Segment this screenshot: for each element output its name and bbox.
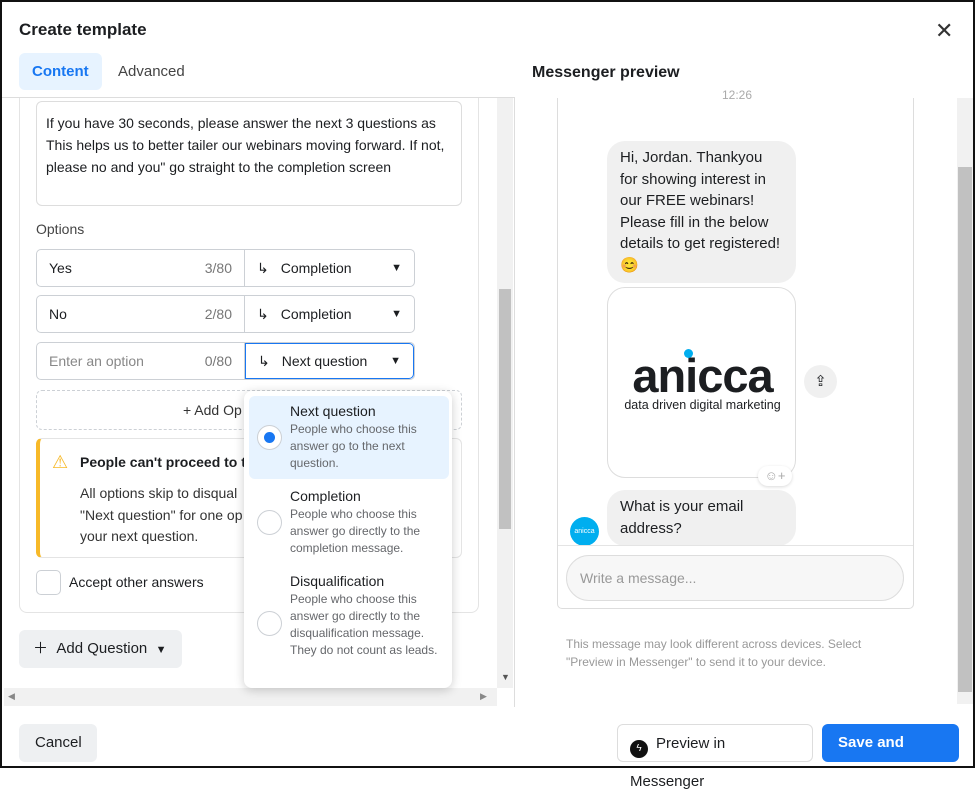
caret-down-icon: ▼ bbox=[391, 308, 402, 320]
messenger-icon: ϟ bbox=[630, 740, 648, 758]
scroll-left-arrow-icon[interactable]: ◀ bbox=[8, 691, 15, 702]
char-count: 0/80 bbox=[204, 353, 232, 369]
cancel-button[interactable]: Cancel bbox=[19, 724, 97, 762]
item-desc: People who choose this answer go directl… bbox=[290, 592, 438, 657]
avatar: anicca bbox=[570, 517, 599, 546]
option-input[interactable]: Enter an option 0/80 bbox=[37, 343, 245, 379]
item-title: Disqualification bbox=[290, 573, 385, 589]
caret-down-icon: ▼ bbox=[390, 355, 401, 367]
item-desc: People who choose this answer go directl… bbox=[290, 507, 421, 555]
warning-icon: ⚠ bbox=[52, 452, 69, 472]
char-count: 2/80 bbox=[204, 306, 232, 322]
caret-down-icon: ▼ bbox=[391, 262, 402, 274]
question-text-field[interactable]: If you have 30 seconds, please answer th… bbox=[36, 101, 462, 206]
radio[interactable] bbox=[257, 611, 282, 636]
preview-title: Messenger preview bbox=[532, 64, 680, 81]
option-placeholder: Enter an option bbox=[49, 353, 144, 369]
create-template-dialog: Create template ✕ Content Advanced If yo… bbox=[0, 0, 975, 790]
dropdown-item-disqualification[interactable]: Disqualification People who choose this … bbox=[249, 566, 449, 666]
dropdown-item-completion[interactable]: Completion People who choose this answer… bbox=[249, 481, 449, 564]
timestamp: 12:26 bbox=[722, 88, 753, 102]
caret-down-icon: ▼ bbox=[155, 644, 167, 656]
logo-tagline: data driven digital marketing bbox=[624, 398, 781, 412]
option-action-select[interactable]: ↳ Completion ▼ bbox=[245, 296, 414, 332]
option-row: Yes 3/80 ↳ Completion ▼ bbox=[36, 249, 415, 287]
scroll-down-arrow-icon[interactable]: ▼ bbox=[501, 672, 510, 682]
horizontal-scrollbar[interactable]: ◀ ▶ bbox=[4, 688, 497, 706]
share-icon[interactable]: ⇪ bbox=[804, 365, 837, 398]
add-question-label: Add Question bbox=[56, 640, 148, 657]
char-count: 3/80 bbox=[204, 260, 232, 276]
option-input[interactable]: No 2/80 bbox=[37, 296, 245, 332]
greeting-bubble: Hi, Jordan. Thankyou for showing interes… bbox=[607, 141, 796, 283]
scroll-right-arrow-icon[interactable]: ▶ bbox=[480, 691, 487, 702]
add-question-button[interactable]: ＋ Add Question ▼ bbox=[19, 630, 182, 668]
right-scrollbar-thumb[interactable] bbox=[958, 167, 972, 692]
radio-selected[interactable] bbox=[257, 425, 282, 450]
action-dropdown-menu: Next question People who choose this ans… bbox=[244, 391, 452, 688]
divider bbox=[558, 545, 913, 546]
item-title: Completion bbox=[290, 488, 361, 504]
warning-body: All options skip to disqual "Next questi… bbox=[80, 483, 242, 548]
close-icon[interactable]: ✕ bbox=[935, 18, 953, 44]
divider bbox=[514, 97, 515, 707]
warning-line: "Next question" for one op bbox=[80, 506, 243, 523]
redirect-arrow-icon: ↳ bbox=[258, 352, 270, 369]
question-bubble: What is your email address? bbox=[607, 490, 796, 546]
option-row: No 2/80 ↳ Completion ▼ bbox=[36, 295, 415, 333]
save-and-finish-button[interactable]: Save and Finish bbox=[822, 724, 959, 789]
anicca-logo: anicca data driven digital marketing bbox=[611, 349, 794, 412]
tab-content[interactable]: Content bbox=[19, 53, 102, 90]
dropdown-item-next-question[interactable]: Next question People who choose this ans… bbox=[249, 396, 449, 479]
action-label: Next question bbox=[281, 353, 368, 369]
option-row: Enter an option 0/80 ↳ Next question ▼ bbox=[36, 342, 415, 380]
plus-icon: ＋ bbox=[33, 640, 49, 657]
redirect-arrow-icon: ↳ bbox=[257, 259, 269, 276]
preview-in-messenger-button[interactable]: ϟ Preview in Messenger bbox=[617, 724, 813, 790]
option-action-select[interactable]: ↳ Completion ▼ bbox=[245, 250, 414, 286]
logo-image-card: anicca data driven digital marketing bbox=[607, 287, 796, 478]
dialog-title: Create template bbox=[19, 20, 147, 39]
option-value: Yes bbox=[49, 260, 72, 276]
tab-advanced[interactable]: Advanced bbox=[105, 53, 198, 90]
action-label: Completion bbox=[280, 260, 352, 276]
accept-other-label: Accept other answers bbox=[69, 574, 204, 590]
redirect-arrow-icon: ↳ bbox=[257, 305, 269, 322]
option-value: No bbox=[49, 306, 67, 322]
logo-word: anicca bbox=[632, 349, 773, 402]
warning-title: People can't proceed to th bbox=[80, 454, 255, 470]
radio[interactable] bbox=[257, 510, 282, 535]
accept-other-checkbox[interactable] bbox=[36, 570, 61, 595]
message-input[interactable]: Write a message... bbox=[566, 555, 904, 601]
option-input[interactable]: Yes 3/80 bbox=[37, 250, 245, 286]
item-desc: People who choose this answer go to the … bbox=[290, 422, 417, 470]
add-reaction-icon[interactable]: ☺+ bbox=[758, 466, 792, 486]
left-scrollbar-thumb[interactable] bbox=[499, 289, 511, 529]
warning-line: All options skip to disqual bbox=[80, 485, 238, 501]
action-label: Completion bbox=[280, 306, 352, 322]
option-action-select[interactable]: ↳ Next question ▼ bbox=[245, 343, 414, 379]
options-label: Options bbox=[36, 221, 85, 237]
warning-line: your next question. bbox=[80, 528, 199, 544]
preview-note: This message may look different across d… bbox=[566, 637, 862, 669]
item-title: Next question bbox=[290, 403, 376, 419]
